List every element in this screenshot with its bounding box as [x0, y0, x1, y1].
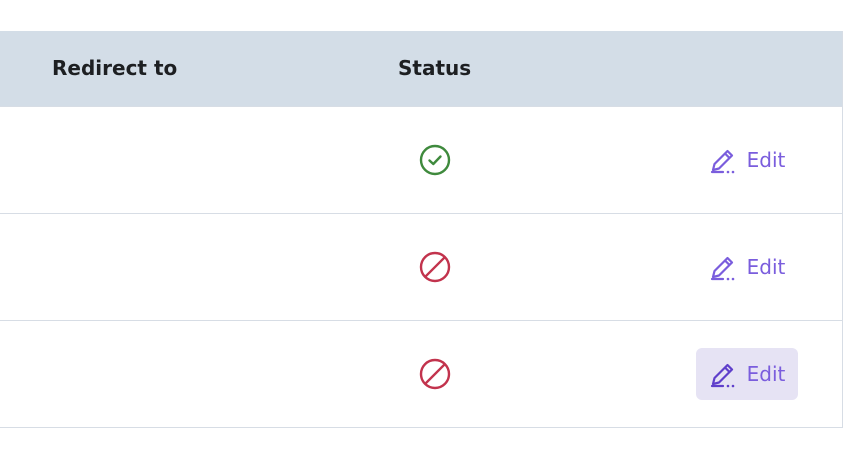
table-row: Edit [0, 213, 842, 320]
pencil-icon [709, 253, 737, 281]
edit-button-label: Edit [746, 255, 786, 279]
table-row: Edit [0, 320, 842, 427]
edit-button[interactable]: Edit [696, 348, 798, 400]
check-circle-icon [418, 143, 452, 177]
table-row: Edit [0, 106, 842, 213]
column-header-status: Status [398, 56, 472, 80]
edit-button[interactable]: Edit [696, 134, 798, 186]
table-header: Redirect to Status [0, 31, 842, 106]
pencil-icon [709, 360, 737, 388]
edit-button-label: Edit [746, 148, 786, 172]
blocked-circle-icon [418, 250, 452, 284]
redirects-table: Redirect to Status Edit Edit Edit [0, 31, 843, 428]
edit-button[interactable]: Edit [696, 241, 798, 293]
pencil-icon [709, 146, 737, 174]
column-header-redirect-to: Redirect to [52, 56, 178, 80]
edit-button-label: Edit [746, 362, 786, 386]
blocked-circle-icon [418, 357, 452, 391]
